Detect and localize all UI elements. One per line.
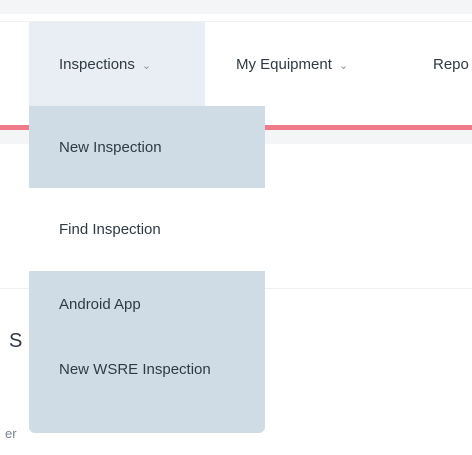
top-strip — [0, 0, 472, 14]
nav-item-reports[interactable]: Repo — [433, 22, 469, 106]
menu-item-label: New WSRE Inspection — [59, 361, 211, 378]
menu-item-android-app[interactable]: Android App — [29, 271, 265, 351]
field-label: er — [5, 426, 17, 441]
app-window: Inspections ⌄ My Equipment ⌄ Repo S er N… — [0, 0, 472, 455]
page-title: S — [9, 330, 23, 352]
nav-item-label: My Equipment — [236, 55, 332, 73]
menu-item-label: Android App — [59, 296, 141, 313]
inspections-dropdown-menu: New Inspection Find Inspection Android A… — [29, 106, 265, 433]
menu-item-new-wsre-inspection[interactable]: New WSRE Inspection — [29, 351, 265, 433]
menu-item-label: New Inspection — [59, 138, 162, 156]
menu-item-label: Find Inspection — [59, 221, 161, 238]
nav-item-inspections[interactable]: Inspections ⌄ — [29, 22, 205, 106]
chevron-down-icon: ⌄ — [338, 59, 349, 72]
nav-item-my-equipment[interactable]: My Equipment ⌄ — [236, 22, 348, 106]
chevron-down-icon: ⌄ — [141, 59, 152, 72]
nav-item-label: Repo — [433, 55, 469, 73]
menu-item-find-inspection[interactable]: Find Inspection — [29, 188, 265, 271]
nav-item-label: Inspections — [59, 55, 135, 73]
menu-item-new-inspection[interactable]: New Inspection — [29, 106, 265, 188]
